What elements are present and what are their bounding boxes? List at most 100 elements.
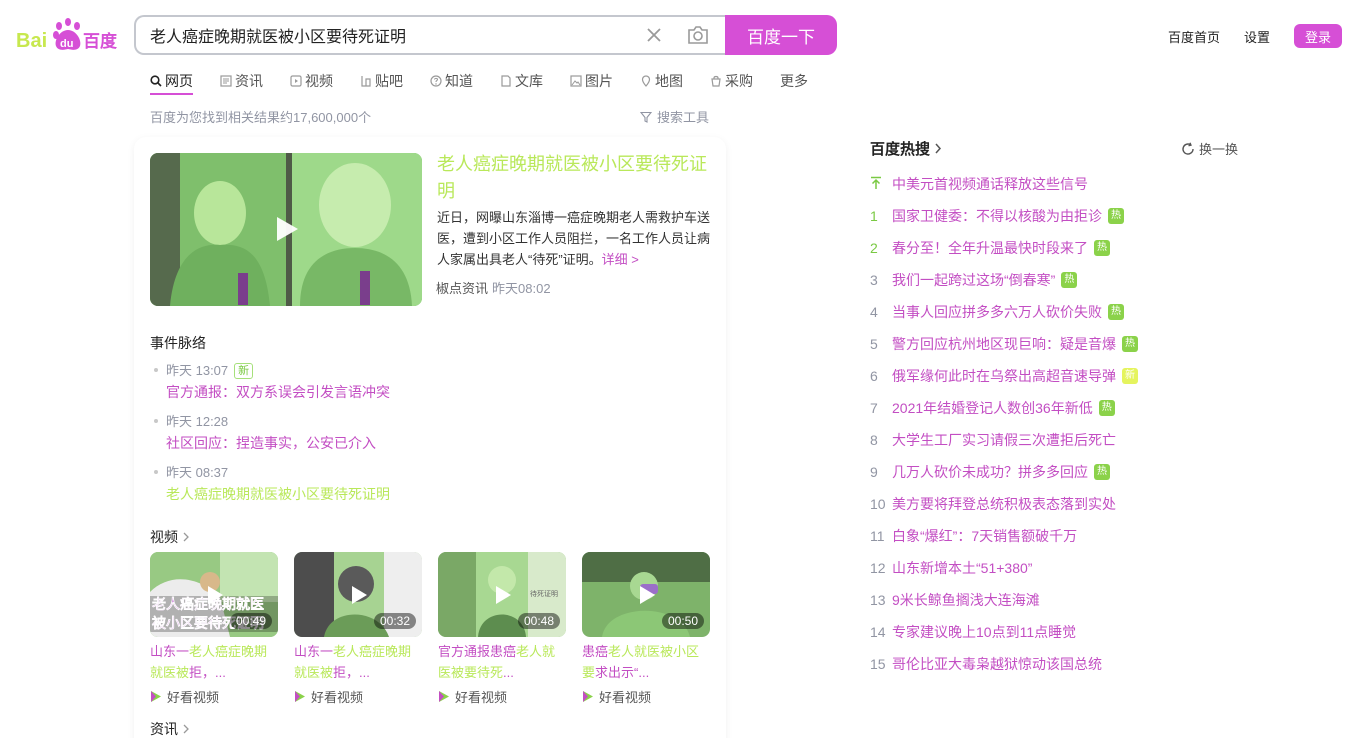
timeline-dot — [154, 419, 158, 423]
hot-search-item[interactable]: 14 专家建议晚上10点到11点睡觉 — [870, 616, 1250, 648]
hot-search-text[interactable]: 中美元首视频通话释放这些信号 — [892, 174, 1088, 194]
hot-badge: 热 — [1108, 208, 1124, 224]
search-input[interactable] — [150, 17, 630, 53]
settings-link[interactable]: 设置 — [1244, 27, 1270, 46]
video-title-part: 拒，... — [333, 665, 370, 680]
video-thumbnail[interactable]: 00:32 — [294, 552, 422, 637]
login-button[interactable]: 登录 — [1293, 24, 1342, 48]
video-card[interactable]: 00:50 患癌老人就医被小区要求出示“... 好看视频 — [582, 552, 710, 706]
tab-web[interactable]: 网页 — [150, 68, 193, 95]
hot-search-item[interactable]: 12 山东新增本土“51+380” — [870, 552, 1250, 584]
hot-rank: 11 — [870, 528, 885, 544]
hot-search-item[interactable]: 10 美方要将拜登总统积极表态落到实处 — [870, 488, 1250, 520]
hot-search-item[interactable]: 8 大学生工厂实习请假三次遭拒后死亡 — [870, 424, 1250, 456]
video-thumbnail[interactable]: 00:50 — [582, 552, 710, 637]
video-title[interactable]: 山东一老人癌症晚期就医被拒，... — [150, 641, 278, 683]
timeline-item[interactable]: 昨天 08:37 老人癌症晚期就医被小区要待死证明 — [154, 464, 714, 506]
hot-search-item[interactable]: 6 俄军缘何此时在乌祭出高超音速导弹新 — [870, 360, 1250, 392]
tab-label: 贴吧 — [375, 73, 403, 89]
svg-text:百度: 百度 — [83, 31, 118, 51]
hot-search-text[interactable]: 哥伦比亚大毒枭越狱惊动该国总统 — [892, 654, 1102, 674]
news-title[interactable]: 老人癌症晚期就医被小区要待死证明 — [437, 151, 717, 205]
video-title[interactable]: 官方通报患癌老人就医被要待死... — [438, 641, 566, 683]
tab-shopping[interactable]: 采购 — [710, 68, 753, 94]
hot-search-text[interactable]: 俄军缘何此时在乌祭出高超音速导弹 — [892, 366, 1116, 386]
play-icon — [277, 217, 298, 241]
video-title[interactable]: 山东一老人癌症晚期就医被拒，... — [294, 641, 422, 683]
video-section-title[interactable]: 视频 — [150, 527, 190, 547]
news-video-thumbnail[interactable] — [150, 153, 422, 306]
hot-search-item[interactable]: 中美元首视频通话释放这些信号 — [870, 168, 1250, 200]
timeline-text[interactable]: 老人癌症晚期就医被小区要待死证明 — [166, 482, 714, 506]
hot-search-text[interactable]: 大学生工厂实习请假三次遭拒后死亡 — [892, 430, 1116, 450]
hot-search-text[interactable]: 当事人回应拼多多六万人砍价失败 — [892, 302, 1102, 322]
hot-search-text[interactable]: 警方回应杭州地区现巨响：疑是音爆 — [892, 334, 1116, 354]
tab-label: 网页 — [165, 73, 193, 89]
hot-search-text[interactable]: 白象“爆红”：7天销售额破千万 — [892, 526, 1077, 546]
result-count: 百度为您找到相关结果约17,600,000个 — [150, 110, 372, 125]
tab-video[interactable]: 视频 — [290, 68, 333, 94]
hot-search-item[interactable]: 13 9米长鲸鱼搁浅大连海滩 — [870, 584, 1250, 616]
hot-search-item[interactable]: 9 几万人砍价未成功？拼多多回应热 — [870, 456, 1250, 488]
news-section-label: 资讯 — [150, 721, 178, 737]
news-section-title[interactable]: 资讯 — [150, 719, 190, 738]
hot-search-text[interactable]: 9米长鲸鱼搁浅大连海滩 — [892, 590, 1040, 610]
baidu-home-link[interactable]: 百度首页 — [1168, 27, 1220, 46]
hot-search-item[interactable]: 11 白象“爆红”：7天销售额破千万 — [870, 520, 1250, 552]
play-icon — [496, 586, 511, 604]
news-detail-link[interactable]: 详细 > — [602, 252, 639, 267]
camera-icon[interactable] — [686, 24, 710, 46]
video-thumbnail[interactable]: 待死证明 00:48 — [438, 552, 566, 637]
tab-zhidao[interactable]: 知道 — [430, 68, 473, 94]
video-source: 好看视频 — [150, 687, 278, 706]
hot-search-item[interactable]: 1 国家卫健委：不得以核酸为由拒诊热 — [870, 200, 1250, 232]
tab-wenku[interactable]: 文库 — [500, 68, 543, 94]
hot-search-item[interactable]: 4 当事人回应拼多多六万人砍价失败热 — [870, 296, 1250, 328]
tab-more[interactable]: 更多 — [780, 68, 808, 94]
video-title-part: 求出示“... — [595, 665, 650, 680]
video-card[interactable]: 老人癌症晚期就医 被小区要待死证明 00:49 山东一老人癌症晚期就医被拒，..… — [150, 552, 278, 706]
video-source-name: 好看视频 — [455, 690, 508, 705]
timeline-item[interactable]: 昨天 12:28 社区回应：捏造事实，公安已介入 — [154, 413, 714, 455]
top-links: 百度首页 设置 登录 — [1168, 24, 1342, 48]
hot-search-item[interactable]: 3 我们一起跨过这场“倒春寒” 热 — [870, 264, 1250, 296]
hot-search-item[interactable]: 7 2021年结婚登记人数创36年新低热 — [870, 392, 1250, 424]
search-button[interactable]: 百度一下 — [725, 15, 837, 55]
hot-search-text[interactable]: 春分至！全年升温最快时段来了 — [892, 238, 1088, 258]
hot-search-item[interactable]: 2 春分至！全年升温最快时段来了热 — [870, 232, 1250, 264]
hot-search-title[interactable]: 百度热搜 — [870, 138, 942, 159]
hot-rank: 10 — [870, 496, 886, 512]
tab-images[interactable]: 图片 — [570, 68, 613, 94]
video-duration: 00:32 — [373, 613, 416, 629]
hot-search-text[interactable]: 我们一起跨过这场“倒春寒” — [892, 270, 1055, 290]
close-icon[interactable] — [644, 25, 664, 45]
tab-map[interactable]: 地图 — [640, 68, 683, 94]
video-thumbnail[interactable]: 老人癌症晚期就医 被小区要待死证明 00:49 — [150, 552, 278, 637]
hot-search-text[interactable]: 国家卫健委：不得以核酸为由拒诊 — [892, 206, 1102, 226]
hot-search-text[interactable]: 2021年结婚登记人数创36年新低 — [892, 398, 1093, 418]
hot-rank: 12 — [870, 560, 886, 576]
play-icon — [640, 586, 655, 604]
tab-label: 文库 — [515, 73, 543, 89]
hot-search-text[interactable]: 几万人砍价未成功？拼多多回应 — [892, 462, 1088, 482]
search-tools-button[interactable]: 搜索工具 — [640, 107, 709, 126]
video-card[interactable]: 00:32 山东一老人癌症晚期就医被拒，... 好看视频 — [294, 552, 422, 706]
refresh-button[interactable]: 换一换 — [1181, 139, 1238, 158]
search-icon — [150, 75, 162, 87]
baidu-logo[interactable]: Bai du 百度 — [16, 18, 120, 52]
timeline-text[interactable]: 社区回应：捏造事实，公安已介入 — [166, 431, 714, 455]
hot-search-item[interactable]: 5 警方回应杭州地区现巨响：疑是音爆热 — [870, 328, 1250, 360]
haokan-video-icon — [583, 691, 593, 702]
hot-search-text[interactable]: 专家建议晚上10点到11点睡觉 — [892, 622, 1076, 642]
haokan-video-icon — [439, 691, 449, 702]
timeline-item[interactable]: 昨天 13:07 新 官方通报：双方系误会引发言语冲突 — [154, 362, 714, 404]
timeline-text[interactable]: 官方通报：双方系误会引发言语冲突 — [166, 380, 714, 404]
video-title[interactable]: 患癌老人就医被小区要求出示“... — [582, 641, 710, 683]
hot-search-text[interactable]: 美方要将拜登总统积极表态落到实处 — [892, 494, 1116, 514]
hot-search-text[interactable]: 山东新增本土“51+380” — [892, 558, 1032, 578]
hot-search-item[interactable]: 15 哥伦比亚大毒枭越狱惊动该国总统 — [870, 648, 1250, 680]
tab-news[interactable]: 资讯 — [220, 68, 263, 94]
tab-tieba[interactable]: 贴吧 — [360, 68, 403, 94]
video-card[interactable]: 待死证明 00:48 官方通报患癌老人就医被要待死... 好看视频 — [438, 552, 566, 706]
hot-rank: 7 — [870, 400, 878, 416]
